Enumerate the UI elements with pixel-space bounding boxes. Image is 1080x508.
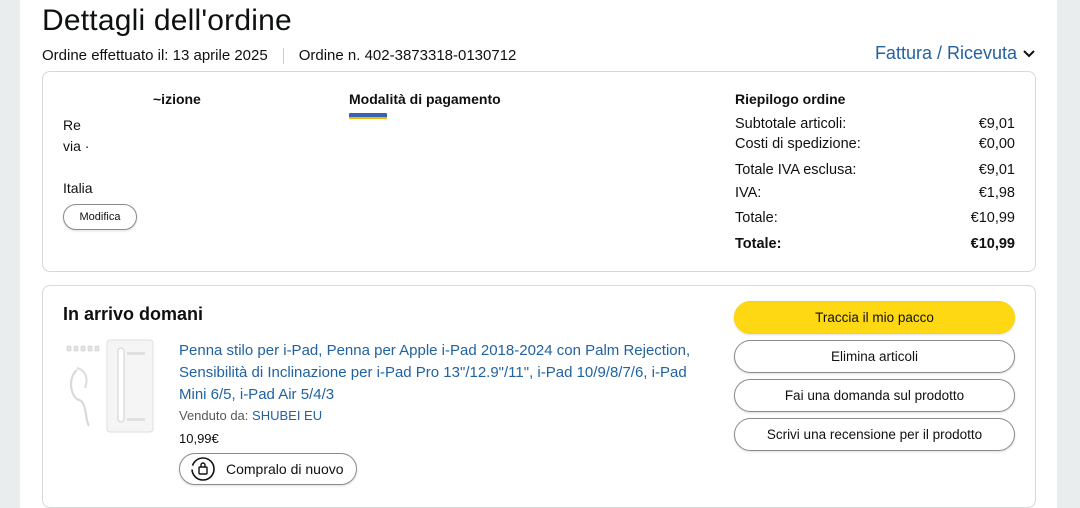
payment-method-heading: Modalità di pagamento [349, 91, 501, 107]
summary-label: Costi di spedizione: [735, 136, 861, 152]
shipment-status: In arrivo domani [63, 304, 204, 324]
summary-value: €1,98 [978, 185, 1015, 201]
summary-row: Totale: €10,99 [735, 210, 1015, 226]
edit-address-button[interactable]: Modifica [63, 204, 137, 230]
order-summary-heading: Riepilogo ordine [735, 91, 846, 107]
summary-value: €0,00 [978, 136, 1015, 152]
summary-value: €9,01 [978, 162, 1015, 178]
summary-label: Totale IVA esclusa: [735, 162, 857, 178]
summary-row: Costi di spedizione: €0,00 [735, 136, 1015, 152]
summary-row: Totale IVA esclusa: €9,01 [735, 162, 1015, 178]
shipping-address-heading: ~izione [153, 91, 201, 107]
meta-divider [282, 47, 284, 64]
chevron-down-icon [1023, 49, 1035, 57]
summary-row: Subtotale articoli: €9,01 [735, 116, 1015, 132]
summary-grand-total: Totale: €10,99 [735, 236, 1015, 252]
seller-label: Venduto da: [179, 408, 249, 423]
order-details-page: Dettagli dell'ordine Ordine effettuato i… [20, 0, 1057, 508]
shipment-card: In arrivo domani Penna stilo per i-Pad, … [42, 285, 1036, 508]
buy-again-label: Compralo di nuovo [226, 461, 344, 477]
summary-value: €10,99 [970, 210, 1015, 226]
summary-row: IVA: €1,98 [735, 185, 1015, 201]
page-title: Dettagli dell'ordine [42, 4, 292, 37]
order-number: Ordine n. 402-3873318-0130712 [298, 47, 517, 64]
summary-value: €9,01 [978, 116, 1015, 132]
product-title-link[interactable]: Penna stilo per i-Pad, Penna per Apple i… [179, 340, 709, 406]
product-image[interactable] [63, 338, 159, 436]
summary-label: IVA: [735, 185, 762, 201]
product-price: 10,99€ [179, 431, 219, 446]
seller-link[interactable]: SHUBEI EU [252, 408, 322, 423]
address-street: via · [63, 138, 90, 154]
reorder-icon [190, 457, 215, 481]
order-info-card: ~izione Re via · Italia Modifica Modalit… [42, 71, 1036, 272]
address-country: Italia [63, 180, 93, 196]
order-date: Ordine effettuato il: 13 aprile 2025 [42, 47, 268, 64]
ask-question-button[interactable]: Fai una domanda sul prodotto [734, 379, 1015, 412]
summary-label: Totale: [735, 210, 778, 226]
stylus-product-icon [66, 339, 154, 433]
summary-label: Totale: [735, 236, 782, 252]
credit-card-icon [349, 113, 387, 119]
remove-items-button[interactable]: Elimina articoli [734, 340, 1015, 373]
buy-again-button[interactable]: Compralo di nuovo [179, 453, 357, 485]
invoice-link[interactable]: Fattura / Ricevuta [875, 43, 1017, 64]
seller-info: Venduto da: SHUBEI EU [179, 408, 322, 423]
summary-label: Subtotale articoli: [735, 116, 847, 132]
write-review-button[interactable]: Scrivi una recensione per il prodotto [734, 418, 1015, 451]
address-name: Re [63, 117, 81, 133]
invoice-dropdown[interactable]: Fattura / Ricevuta [875, 43, 1035, 64]
summary-value: €10,99 [970, 236, 1015, 252]
track-package-button[interactable]: Traccia il mio pacco [734, 301, 1015, 334]
order-meta: Ordine effettuato il: 13 aprile 2025 Ord… [42, 47, 516, 64]
